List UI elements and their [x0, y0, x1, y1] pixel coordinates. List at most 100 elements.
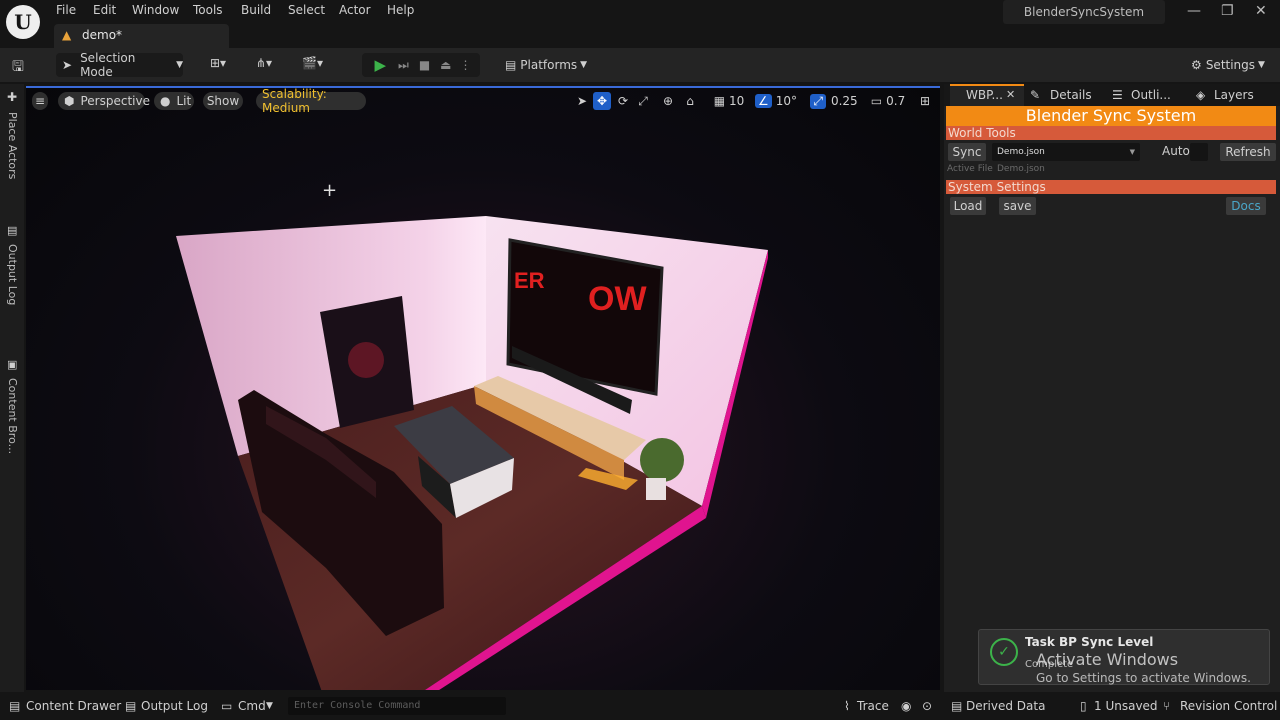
stop-icon[interactable]: ■ [419, 58, 430, 72]
menu-build[interactable]: Build [241, 3, 271, 17]
selection-mode-dropdown[interactable]: ➤ Selection Mode ▼ [56, 51, 183, 79]
output-log-tab[interactable]: Output Log [6, 244, 19, 305]
right-panel: WBP... ✕ ✎ Details ☰ Outli... ◈ Layers B… [944, 84, 1280, 692]
active-file-value: Demo.json [997, 164, 1045, 174]
more-icon[interactable]: ⋮ [460, 58, 472, 72]
refresh-button[interactable]: Refresh [1220, 143, 1276, 161]
broadcast-icon[interactable]: ⊙ [922, 699, 932, 713]
docs-button[interactable]: Docs [1226, 197, 1266, 215]
menu-select[interactable]: Select [288, 3, 325, 17]
notification-title: Task BP Sync Level [1025, 635, 1154, 649]
record-icon[interactable]: ◉ [901, 699, 911, 713]
menu-edit[interactable]: Edit [93, 3, 116, 17]
output-log-button[interactable]: Output Log [141, 699, 208, 713]
content-drawer-button[interactable]: Content Drawer [26, 699, 121, 713]
panel-tabs: WBP... ✕ ✎ Details ☰ Outli... ◈ Layers [944, 84, 1280, 106]
status-bar: ▤ Content Drawer ▤ Output Log ▭ Cmd ▼ [0, 692, 1280, 720]
revision-control-icon: ⑂ [1163, 699, 1171, 713]
platforms-label: Platforms [520, 58, 578, 72]
unsaved-button[interactable]: 1 Unsaved [1094, 699, 1158, 713]
level-viewport[interactable]: ≡ ⬢ Perspective ● Lit Show Scalability: … [26, 86, 940, 690]
output-log-icon: ▤ [7, 224, 18, 237]
settings-dropdown[interactable]: ⚙ Settings ▼ [1186, 53, 1270, 77]
place-actors-icon: ✚ [7, 90, 18, 104]
minimize-icon[interactable]: — [1187, 3, 1201, 19]
console-input[interactable]: Enter Console Command [288, 697, 506, 715]
close-icon[interactable]: ✕ [1255, 3, 1267, 19]
project-name: BlenderSyncSystem [1003, 0, 1165, 24]
left-side-tabs: ✚ Place Actors ▤ Output Log ▣ Content Br… [0, 84, 24, 692]
step-icon[interactable]: ⏭ [398, 58, 409, 73]
content-browser-tab[interactable]: Content Bro... [6, 378, 19, 454]
trace-icon: ⌇ [844, 699, 850, 713]
crosshair-cursor-icon: + [322, 180, 338, 201]
blueprint-icon[interactable]: ⋔▾ [256, 56, 272, 70]
save-button[interactable]: save [999, 197, 1036, 215]
cmd-icon: ▭ [221, 699, 233, 713]
derived-data-icon: ▤ [951, 699, 963, 713]
settings-label: Settings [1205, 58, 1256, 72]
level-icon: ▲ [62, 28, 72, 42]
layers-icon: ◈ [1196, 88, 1206, 102]
chevron-down-icon: ▼ [1129, 148, 1135, 156]
save-icon[interactable]: 🖫 [12, 56, 24, 80]
derived-data-button[interactable]: Derived Data [966, 699, 1045, 713]
platforms-dropdown[interactable]: ▤ Platforms ▼ [502, 53, 590, 77]
cinematics-icon[interactable]: 🎬▾ [302, 56, 323, 70]
tab-details[interactable]: Details [1050, 88, 1092, 102]
main-toolbar: 🖫 ➤ Selection Mode ▼ ⊞▾ ⋔▾ 🎬▾ ▶ ⏭ ■ ⏏ ⋮ … [0, 48, 1280, 82]
load-button[interactable]: Load [950, 197, 986, 215]
document-tab[interactable]: ▲ demo* [54, 24, 229, 48]
tv-text-left: ER [514, 268, 545, 293]
play-controls: ▶ ⏭ ■ ⏏ ⋮ [362, 53, 480, 77]
file-select-value: Demo.json [997, 147, 1045, 157]
plant-pot [646, 478, 666, 500]
unsaved-icon: ▯ [1080, 699, 1087, 713]
gear-icon: ⚙ [1191, 58, 1202, 72]
unreal-logo-icon[interactable]: U [6, 5, 40, 39]
play-icon[interactable]: ▶ [374, 56, 386, 74]
selection-mode-label: Selection Mode [80, 51, 136, 79]
content-drawer-icon: ▤ [9, 699, 21, 713]
auto-label: Auto [1162, 144, 1190, 158]
system-settings-header: System Settings [946, 180, 1276, 194]
restore-icon[interactable]: ❐ [1221, 3, 1234, 19]
add-actor-icon[interactable]: ⊞▾ [210, 56, 226, 70]
cursor-icon: ➤ [62, 58, 73, 72]
cmd-dropdown[interactable]: Cmd [238, 699, 266, 713]
active-file-label: Active File [947, 164, 993, 174]
sync-button[interactable]: Sync [948, 143, 986, 161]
menu-help[interactable]: Help [387, 3, 414, 17]
eject-icon[interactable]: ⏏ [440, 58, 451, 72]
chevron-down-icon: ▼ [176, 60, 183, 70]
room-scene: ER OW [176, 216, 768, 690]
place-actors-tab[interactable]: Place Actors [6, 112, 19, 179]
revision-control-button[interactable]: Revision Control [1180, 699, 1277, 713]
chevron-down-icon: ▼ [1258, 60, 1265, 70]
chevron-down-icon: ▼ [266, 701, 273, 711]
tab-close-icon[interactable]: ✕ [1006, 88, 1015, 101]
activate-windows-subtitle: Go to Settings to activate Windows. [1036, 671, 1251, 685]
tab-layers[interactable]: Layers [1214, 88, 1254, 102]
platforms-icon: ▤ [504, 58, 517, 72]
tab-outliner[interactable]: Outli... [1131, 88, 1171, 102]
poster-art [348, 342, 384, 378]
document-tab-label: demo* [82, 28, 123, 42]
trace-button[interactable]: Trace [857, 699, 889, 713]
menu-actor[interactable]: Actor [339, 3, 371, 17]
menu-file[interactable]: File [56, 3, 76, 17]
checkmark-icon: ✓ [990, 638, 1018, 666]
chevron-down-icon: ▼ [580, 60, 588, 70]
auto-checkbox[interactable] [1190, 143, 1208, 161]
content-browser-icon: ▣ [7, 358, 18, 371]
menu-tools[interactable]: Tools [193, 3, 223, 17]
file-select[interactable]: Demo.json ▼ [992, 143, 1140, 161]
details-icon: ✎ [1030, 88, 1041, 102]
output-log-icon: ▤ [125, 699, 137, 713]
tv-text-right: OW [588, 280, 647, 318]
world-tools-header: World Tools [946, 126, 1276, 140]
tab-wbp-label: WBP... [966, 88, 1003, 102]
menu-window[interactable]: Window [132, 3, 179, 17]
plugin-banner: Blender Sync System [946, 106, 1276, 126]
plant [640, 438, 684, 482]
